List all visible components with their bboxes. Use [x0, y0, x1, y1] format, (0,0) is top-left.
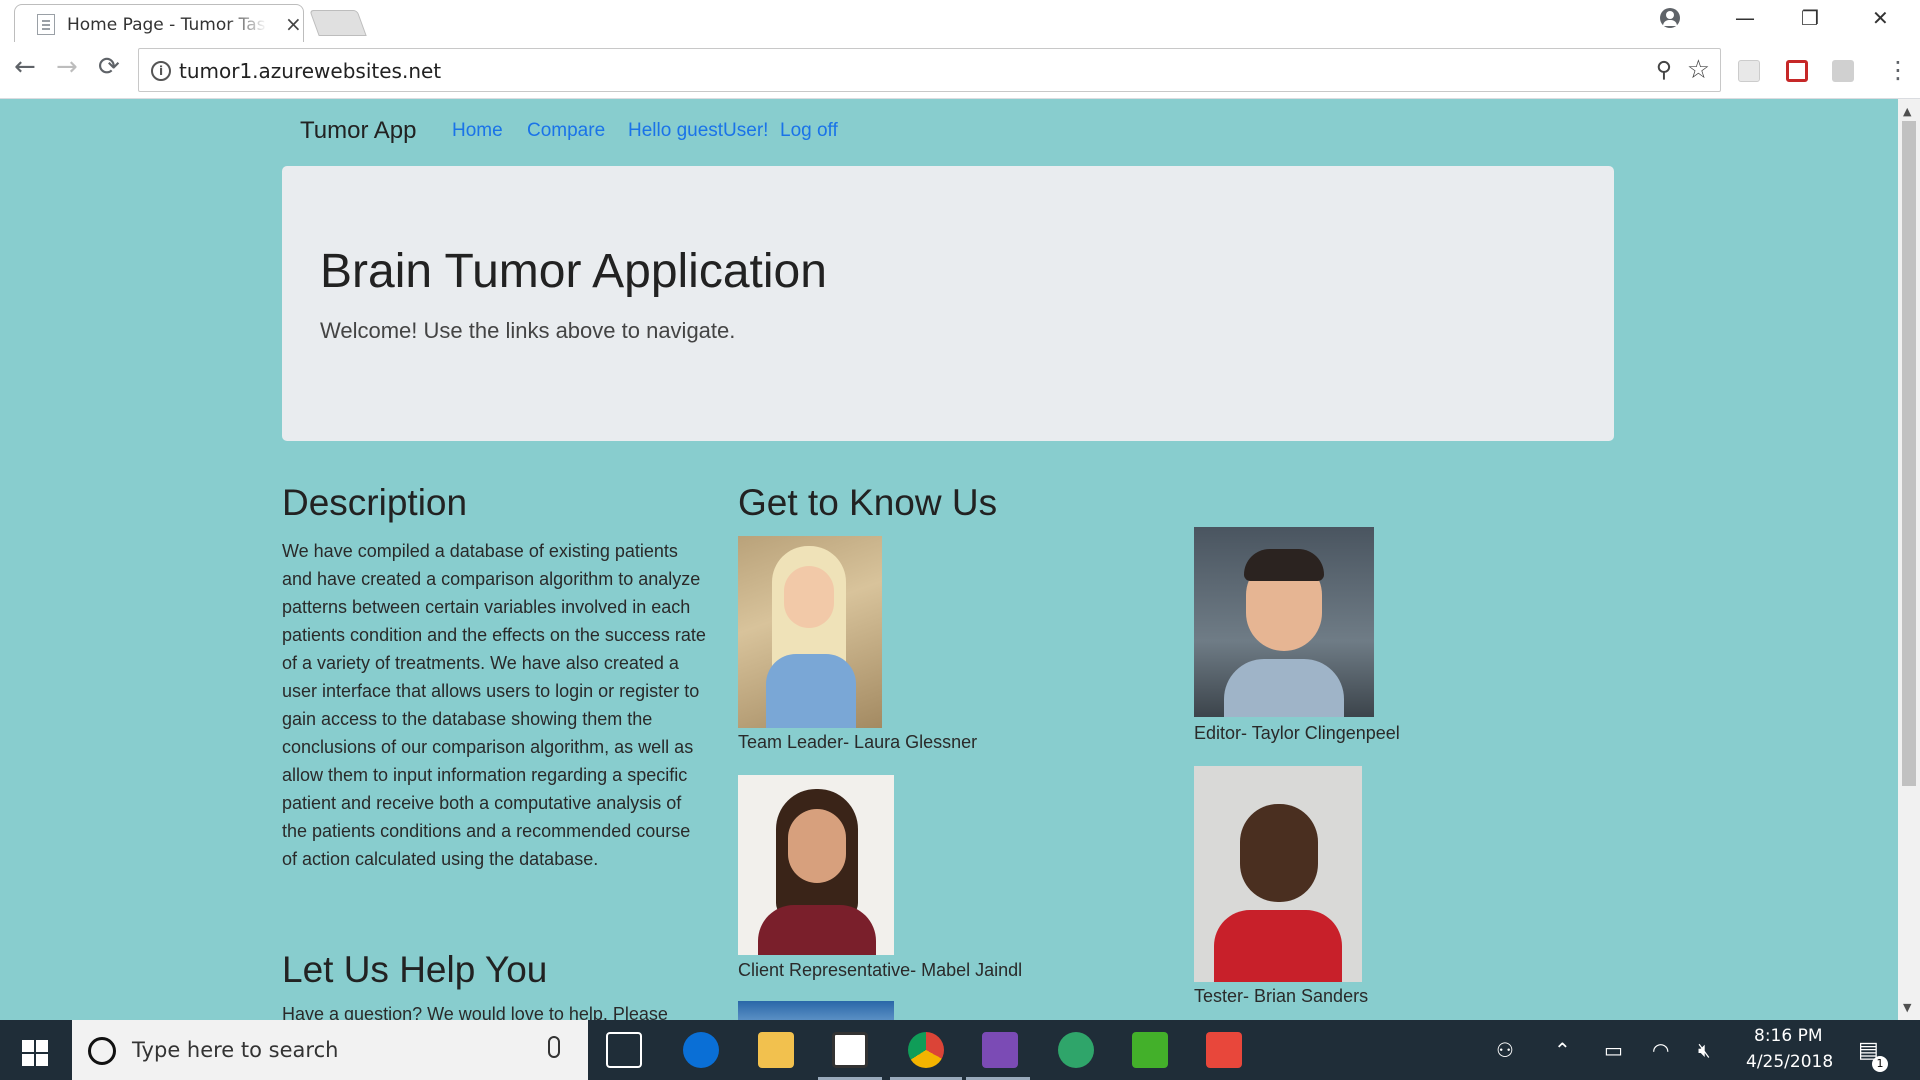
people-icon[interactable]: ⚇ — [1496, 1038, 1514, 1062]
team-heading: Get to Know Us — [738, 482, 998, 523]
scrollbar-thumb[interactable] — [1902, 121, 1916, 786]
edge-icon[interactable] — [683, 1032, 719, 1068]
windows-start-icon[interactable] — [22, 1040, 48, 1066]
reload-button[interactable]: ⟳ — [98, 54, 120, 80]
help-text: Have a question? We would love to help. … — [282, 1004, 668, 1020]
atom-icon[interactable] — [1058, 1032, 1094, 1068]
member-caption-mabel: Client Representative- Mabel Jaindl — [738, 960, 1023, 980]
account-icon[interactable] — [1660, 8, 1680, 28]
clock-date[interactable]: 4/25/2018 — [1746, 1052, 1833, 1072]
member-caption-laura: Team Leader- Laura Glessner — [738, 732, 978, 752]
notification-count-badge: 1 — [1872, 1056, 1888, 1072]
page-scrollbar[interactable]: ▲ ▼ — [1898, 99, 1920, 1020]
microphone-icon[interactable] — [548, 1036, 560, 1058]
minimize-button[interactable]: — — [1735, 6, 1755, 30]
jumbotron: Brain Tumor Application Welcome! Use the… — [282, 166, 1614, 441]
navbar-brand[interactable]: Tumor App — [300, 117, 417, 145]
restore-button[interactable]: ❐ — [1801, 6, 1819, 30]
browser-menu-icon[interactable]: ⋮ — [1886, 56, 1910, 84]
new-tab-button[interactable] — [309, 10, 367, 36]
camtasia-red-icon[interactable] — [1206, 1032, 1242, 1068]
nav-link-compare[interactable]: Compare — [527, 120, 605, 142]
browser-toolbar: ← → ⟳ i tumor1.azurewebsites.net ⚲ ☆ ⋮ — [0, 42, 1920, 99]
scroll-up-icon[interactable]: ▲ — [1903, 105, 1911, 118]
member-caption-brian: Tester- Brian Sanders — [1194, 986, 1369, 1006]
battery-icon[interactable]: ▭ — [1604, 1038, 1623, 1062]
cortana-icon[interactable] — [88, 1037, 116, 1065]
tab-title: Home Page - Tumor Task — [67, 15, 267, 35]
camtasia-green-icon[interactable] — [1132, 1032, 1168, 1068]
welcome-text: Welcome! Use the links above to navigate… — [320, 318, 736, 343]
scroll-down-icon[interactable]: ▼ — [1903, 1001, 1911, 1014]
extension-icon[interactable] — [1738, 60, 1760, 82]
chrome-icon[interactable] — [908, 1032, 944, 1068]
member-caption-taylor: Editor- Taylor Clingenpeel — [1194, 723, 1400, 743]
page-viewport: Tumor App Home Compare Hello guestUser! … — [0, 99, 1898, 1020]
file-explorer-icon[interactable] — [758, 1032, 794, 1068]
volume-muted-icon[interactable]: 🔇︎ — [1698, 1038, 1711, 1062]
search-placeholder[interactable]: Type here to search — [132, 1038, 338, 1062]
member-photo-taylor — [1194, 527, 1374, 717]
windows-taskbar: Type here to search ⚇ ⌃ ▭ ◠ 🔇︎ 8:16 PM 4… — [0, 1020, 1920, 1080]
taskbar-search-box[interactable]: Type here to search — [72, 1020, 588, 1080]
clock-time[interactable]: 8:16 PM — [1754, 1026, 1823, 1046]
member-photo-mabel — [738, 775, 894, 955]
forward-button[interactable]: → — [56, 54, 78, 80]
member-photo-partial — [738, 1001, 894, 1020]
nav-link-hello-user[interactable]: Hello guestUser! — [628, 120, 768, 142]
help-heading: Let Us Help You — [282, 949, 548, 990]
css-extension-icon[interactable] — [1832, 60, 1854, 82]
bookmark-star-icon[interactable]: ☆ — [1687, 55, 1710, 85]
photos-icon[interactable] — [832, 1032, 868, 1068]
member-photo-brian — [1194, 766, 1362, 982]
pocket-extension-icon[interactable] — [1786, 60, 1808, 82]
tab-close-icon[interactable]: × — [285, 12, 302, 36]
address-bar[interactable]: i tumor1.azurewebsites.net ⚲ ☆ — [138, 48, 1721, 92]
description-text: We have compiled a database of existing … — [282, 541, 706, 869]
zoom-icon[interactable]: ⚲ — [1656, 58, 1672, 83]
site-info-icon[interactable]: i — [151, 61, 171, 81]
url-text[interactable]: tumor1.azurewebsites.net — [179, 59, 441, 83]
visual-studio-icon[interactable] — [982, 1032, 1018, 1068]
description-heading: Description — [282, 482, 468, 523]
task-view-icon[interactable] — [606, 1032, 642, 1068]
back-button[interactable]: ← — [14, 54, 36, 80]
browser-titlebar: Home Page - Tumor Task × — ❐ ✕ — [0, 0, 1920, 42]
nav-link-home[interactable]: Home — [452, 120, 503, 142]
nav-link-log-off[interactable]: Log off — [780, 120, 838, 142]
page-favicon-icon — [37, 14, 55, 35]
wifi-icon[interactable]: ◠ — [1652, 1038, 1669, 1062]
page-title: Brain Tumor Application — [320, 245, 827, 298]
close-window-button[interactable]: ✕ — [1872, 6, 1889, 30]
browser-tab-active[interactable]: Home Page - Tumor Task × — [14, 4, 304, 42]
member-photo-laura — [738, 536, 882, 728]
show-hidden-icons-icon[interactable]: ⌃ — [1554, 1038, 1571, 1062]
